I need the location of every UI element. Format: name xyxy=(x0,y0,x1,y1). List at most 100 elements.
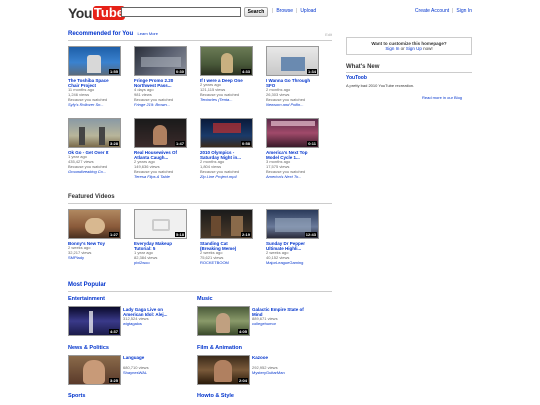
video-source-link[interactable]: Tentacles (Tenta... xyxy=(200,97,266,103)
video-thumbnail[interactable]: 4:05 xyxy=(197,306,250,336)
recommended-row-2: 3:28 Ok Go - Get Over It 1 year ago 435,… xyxy=(68,118,332,180)
video-thumbnail[interactable]: 2:04 xyxy=(197,355,250,385)
category-news-politics[interactable]: News & Politics xyxy=(68,345,109,351)
video-thumbnail[interactable]: 1:34 xyxy=(266,46,319,76)
popular-video[interactable]: 2:04 xyxy=(197,355,250,385)
search-input[interactable] xyxy=(121,7,241,17)
person-shape xyxy=(216,313,230,333)
video-thumbnail[interactable]: 4:37 xyxy=(68,306,121,336)
video-tile[interactable]: 4:33 If I were a Deep One 2 years ago 12… xyxy=(200,46,266,108)
video-thumbnail[interactable]: 0:11 xyxy=(266,118,319,148)
video-user-link[interactable]: collegehumor xyxy=(252,321,332,327)
youtube-logo[interactable]: You Tube xyxy=(68,5,125,21)
video-tile[interactable]: 5:18 Everyday Makeup Tutorial: 5 1 year a… xyxy=(134,209,200,266)
video-tile[interactable]: 0:58 2010 Olympics - Saturday Night in...… xyxy=(200,118,266,180)
video-source-link[interactable]: Fringe 219: Brown... xyxy=(134,102,200,108)
duration-badge: 12:43 xyxy=(304,232,317,237)
sidebar-sign-in-link[interactable]: Sign In xyxy=(385,46,399,51)
category-howto-style[interactable]: Howto & Style xyxy=(197,393,234,399)
video-thumbnail[interactable]: 1:55 xyxy=(68,46,121,76)
arena-shape xyxy=(275,218,311,232)
video-thumbnail[interactable]: 0:58 xyxy=(200,118,253,148)
video-user-link[interactable]: wigtagalos xyxy=(123,321,193,327)
video-user-link[interactable]: MajorLeagueGaming xyxy=(266,260,332,266)
popular-video[interactable]: 4:37 xyxy=(68,306,121,336)
video-source-link[interactable]: America's Next To... xyxy=(266,174,332,180)
video-thumbnail[interactable]: 3:28 xyxy=(68,118,121,148)
video-tile[interactable]: 1:47 Real Housewives Of Atlanta Caugh... … xyxy=(134,118,200,180)
video-thumbnail[interactable]: 5:18 xyxy=(134,209,187,239)
customize-box: Want to customize this homepage? Sign In… xyxy=(346,37,472,55)
video-thumbnail[interactable]: 4:33 xyxy=(200,46,253,76)
recommended-divider xyxy=(68,40,332,41)
video-user-link[interactable]: MysteryGuitarMan xyxy=(252,370,332,376)
edit-link[interactable]: Edit xyxy=(325,32,332,37)
figure-shape xyxy=(221,53,233,73)
most-popular-title[interactable]: Most Popular xyxy=(68,282,106,288)
video-tile[interactable]: 0:30 Fringe Promo 2.20 Northwest Pass... … xyxy=(134,46,200,108)
popular-video[interactable]: 3:25 xyxy=(68,355,121,385)
category-film-animation[interactable]: Film & Animation xyxy=(197,345,242,351)
top-nav-right: Create Account | Sign In xyxy=(415,8,472,14)
person-shape xyxy=(99,127,105,145)
video-tile[interactable]: 0:11 America's Next Top Model Cycle 1... … xyxy=(266,118,332,180)
duration-badge: 1:47 xyxy=(174,141,185,146)
duration-badge: 2:19 xyxy=(240,232,251,237)
video-source-link[interactable]: Teresa Flips A Table xyxy=(134,174,200,180)
featured-header: Featured Videos xyxy=(68,194,115,200)
category-music[interactable]: Music xyxy=(197,296,213,302)
video-tile[interactable]: 12:43 Sunday Dr Pepper Ultimate Highli...… xyxy=(266,209,332,266)
most-popular-divider xyxy=(68,291,332,292)
category-sports[interactable]: Sports xyxy=(68,393,85,399)
video-source-link[interactable]: Newsom and Pollin... xyxy=(266,102,332,108)
video-tile[interactable]: 1:34 I Wanna Go Through SFO 2 months ago … xyxy=(266,46,332,108)
stage-light-shape xyxy=(89,311,93,333)
video-user-link[interactable]: pixi2woo xyxy=(134,260,200,266)
create-account-link[interactable]: Create Account xyxy=(415,8,449,14)
person-shape xyxy=(79,127,85,145)
video-tile[interactable]: 1:55 The Toshiba Space Chair Project 11 m… xyxy=(68,46,134,108)
video-thumbnail[interactable]: 1:27 xyxy=(68,209,121,239)
read-more-blog-link[interactable]: Read more in our Blog xyxy=(422,95,462,100)
video-user-link[interactable]: SMPlady xyxy=(68,255,134,261)
video-user-link[interactable]: ShaynesWAL xyxy=(123,370,193,376)
olympic-lights-shape xyxy=(213,123,241,133)
video-thumbnail[interactable]: 0:30 xyxy=(134,46,187,76)
search-button[interactable]: Search xyxy=(244,7,268,17)
now-text: now! xyxy=(423,46,433,51)
upload-link[interactable]: Upload xyxy=(300,8,316,14)
person-shape xyxy=(211,216,221,236)
duration-badge: 0:58 xyxy=(240,141,251,146)
video-tile[interactable]: 3:28 Ok Go - Get Over It 1 year ago 435,… xyxy=(68,118,134,180)
duration-badge: 1:27 xyxy=(108,232,119,237)
popular-video[interactable]: 4:05 xyxy=(197,306,250,336)
video-source-link[interactable]: Zip Line Project.mp4 xyxy=(200,174,266,180)
recommended-row-1: 1:55 The Toshiba Space Chair Project 11 m… xyxy=(68,46,332,108)
title-banner-shape xyxy=(271,121,315,126)
person-shape xyxy=(153,125,167,145)
video-thumbnail[interactable]: 3:25 xyxy=(68,355,121,385)
category-entertainment[interactable]: Entertainment xyxy=(68,296,105,302)
sidebar-sign-up-link[interactable]: Sign Up xyxy=(406,46,422,51)
learn-more-link[interactable]: Learn More xyxy=(138,31,158,36)
video-thumbnail[interactable]: 12:43 xyxy=(266,209,319,239)
video-source-link[interactable]: Groundbreaking Co... xyxy=(68,169,134,175)
featured-title: Featured Videos xyxy=(68,194,115,200)
chair-shape xyxy=(87,55,101,73)
video-tile[interactable]: 1:27 Bonny's New Toy 2 weeks ago 32,217 … xyxy=(68,209,134,266)
video-tile[interactable]: 2:19 Standing Cat (Breaking Meme) 2 weeks… xyxy=(200,209,266,266)
video-camera-icon xyxy=(152,219,170,231)
video-source-link[interactable]: Syfy's Rollover Sn... xyxy=(68,102,134,108)
video-user-link[interactable]: ROCKETBOOM xyxy=(200,260,266,266)
browse-link[interactable]: Browse xyxy=(276,8,293,14)
video-thumbnail[interactable]: 1:47 xyxy=(134,118,187,148)
sign-in-link[interactable]: Sign In xyxy=(456,8,472,14)
duration-badge: 3:25 xyxy=(108,378,119,383)
popular-video-info: Galactic Empire State of Mind 889,671 vie… xyxy=(252,307,332,327)
nav-sep: | xyxy=(452,8,454,14)
face-shape xyxy=(83,360,105,384)
whats-new-divider xyxy=(346,72,472,73)
featured-divider xyxy=(68,203,332,204)
video-thumbnail[interactable]: 2:19 xyxy=(200,209,253,239)
whats-new-item-title[interactable]: YouToob xyxy=(346,75,367,81)
